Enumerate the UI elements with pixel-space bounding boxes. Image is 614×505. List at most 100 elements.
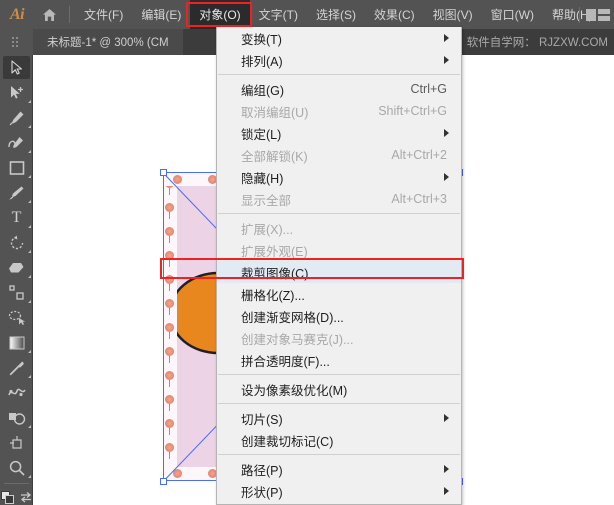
scale-icon [9, 285, 24, 300]
menu-item-path[interactable]: 路径(P) [217, 458, 461, 480]
menu-select[interactable]: 选择(S) [307, 0, 365, 29]
menu-edit[interactable]: 编辑(E) [132, 0, 190, 29]
curvature-tool[interactable] [0, 130, 33, 155]
menu-item-hide[interactable]: 隐藏(H) [217, 166, 461, 188]
menu-item-label: 设为像素级优化(M) [241, 383, 348, 398]
menu-item-group[interactable]: 编组(G) Ctrl+G [217, 78, 461, 100]
menu-view[interactable]: 视图(V) [424, 0, 482, 29]
illustrator-window: Ai 文件(F) 编辑(E) 对象(O) 文字(T) 选择(S) 效果(C) 视… [0, 0, 614, 505]
menu-file-label: 文件(F) [84, 8, 124, 22]
shape-builder-icon [8, 412, 25, 425]
menu-item-make-pixel-perfect[interactable]: 设为像素级优化(M) [217, 378, 461, 400]
menu-item-create-trim-marks[interactable]: 创建裁切标记(C) [217, 429, 461, 451]
home-icon[interactable] [34, 0, 64, 29]
menu-item-label: 创建对象马赛克(J)... [241, 332, 354, 347]
pen-tool[interactable] [0, 105, 33, 130]
menu-item-arrange[interactable]: 排列(A) [217, 49, 461, 71]
menu-item-transform[interactable]: 变换(T) [217, 27, 461, 49]
menu-type[interactable]: 文字(T) [250, 0, 307, 29]
menu-item-label: 排列(A) [241, 54, 283, 69]
swap-arrows-icon[interactable] [20, 491, 32, 503]
menu-item-expand-appearance: 扩展外观(E) [217, 239, 461, 261]
flyout-triangle [28, 200, 31, 203]
tab-grip [0, 29, 33, 55]
lasso-tool[interactable] [0, 305, 33, 330]
chevron-right-icon [444, 129, 449, 137]
blend-tool[interactable] [0, 380, 33, 405]
menu-item-label: 隐藏(H) [241, 171, 284, 186]
menu-item-ungroup: 取消编组(U) Shift+Ctrl+G [217, 100, 461, 122]
artboard-tool[interactable] [0, 430, 33, 455]
menu-item-label: 扩展(X)... [241, 222, 294, 237]
rectangle-tool[interactable] [0, 155, 33, 180]
eraser-icon [9, 262, 24, 272]
zoom-tool[interactable] [0, 455, 33, 480]
flyout-triangle [28, 350, 31, 353]
rotate-arrow-icon [10, 235, 23, 249]
chevron-right-icon [444, 414, 449, 422]
menu-item-label: 栅格化(Z)... [241, 288, 305, 303]
paintbrush-tool[interactable] [0, 180, 33, 205]
paintbrush-icon [9, 186, 24, 199]
menu-item-shape[interactable]: 形状(P) [217, 480, 461, 502]
eraser-tool[interactable] [0, 255, 33, 280]
panel-switcher-group [579, 0, 610, 29]
artboard-icon [9, 435, 22, 449]
menu-item-label: 取消编组(U) [241, 105, 309, 120]
menu-separator [218, 403, 460, 404]
toolbar-divider [3, 483, 29, 484]
menu-item-lock[interactable]: 锁定(L) [217, 122, 461, 144]
menu-item-flatten-transparency[interactable]: 拼合透明度(F)... [217, 349, 461, 371]
menu-item-unlock-all: 全部解锁(K) Alt+Ctrl+2 [217, 144, 461, 166]
selection-tool[interactable] [0, 55, 33, 80]
rotate-tool[interactable] [0, 230, 33, 255]
menu-object-label: 对象(O) [199, 8, 241, 22]
menu-window[interactable]: 窗口(W) [482, 0, 543, 29]
tools-panel: T [0, 55, 33, 505]
direct-selection-tool[interactable] [0, 80, 33, 105]
flyout-triangle [28, 250, 31, 253]
object-menu-dropdown[interactable]: 变换(T) 排列(A) 编组(G) Ctrl+G 取消编组(U) Shift+C… [160, 27, 464, 505]
menu-item-slice[interactable]: 切片(S) [217, 407, 461, 429]
menu-item-rasterize[interactable]: 栅格化(Z)... [217, 283, 461, 305]
gradient-icon [9, 336, 24, 349]
workspace-layout-icon[interactable] [586, 8, 610, 22]
menu-effect-label: 效果(C) [373, 8, 415, 22]
menu-item-accel: Alt+Ctrl+2 [391, 148, 447, 162]
curvature-pen-icon [8, 136, 23, 148]
menu-item-label: 创建渐变网格(D)... [241, 310, 344, 325]
illustrator-logo: Ai [0, 0, 34, 29]
menu-item-label: 全部解锁(K) [241, 149, 308, 164]
menu-file[interactable]: 文件(F) [75, 0, 132, 29]
gradient-tool[interactable] [0, 330, 33, 355]
chevron-right-icon [444, 487, 449, 495]
menu-object[interactable]: 对象(O) [190, 0, 250, 29]
shape-builder-tool[interactable] [0, 405, 33, 430]
flyout-triangle [28, 150, 31, 153]
menubar-divider [69, 6, 70, 23]
watermark-text: 软件自学网： RJZXW.COM [467, 29, 608, 55]
menu-item-label: 切片(S) [241, 412, 283, 427]
menu-effect[interactable]: 效果(C) [365, 0, 424, 29]
menu-select-label: 选择(S) [315, 8, 356, 22]
flower-border-left [163, 173, 177, 480]
scale-tool[interactable] [0, 280, 33, 305]
menu-item-create-gradient-mesh[interactable]: 创建渐变网格(D)... [217, 305, 461, 327]
magnifier-icon [9, 460, 25, 476]
menu-item-label: 形状(P) [241, 485, 283, 500]
screen-mode-icon[interactable] [0, 490, 15, 504]
type-tool[interactable]: T [0, 205, 33, 230]
menu-item-label: 锁定(L) [241, 127, 282, 142]
eyedropper-tool[interactable] [0, 355, 33, 380]
flyout-triangle [28, 375, 31, 378]
eyedropper-icon [9, 361, 24, 375]
chevron-right-icon [444, 465, 449, 473]
menu-item-label: 裁剪图像(C) [241, 266, 309, 281]
type-T-icon: T [11, 208, 22, 226]
menu-separator [218, 74, 460, 75]
menu-separator [218, 374, 460, 375]
document-tab[interactable]: 未标题-1* @ 300% (CM [33, 29, 183, 55]
chevron-right-icon [444, 173, 449, 181]
menu-item-crop-image[interactable]: 裁剪图像(C) [160, 258, 464, 283]
menu-separator [218, 213, 460, 214]
